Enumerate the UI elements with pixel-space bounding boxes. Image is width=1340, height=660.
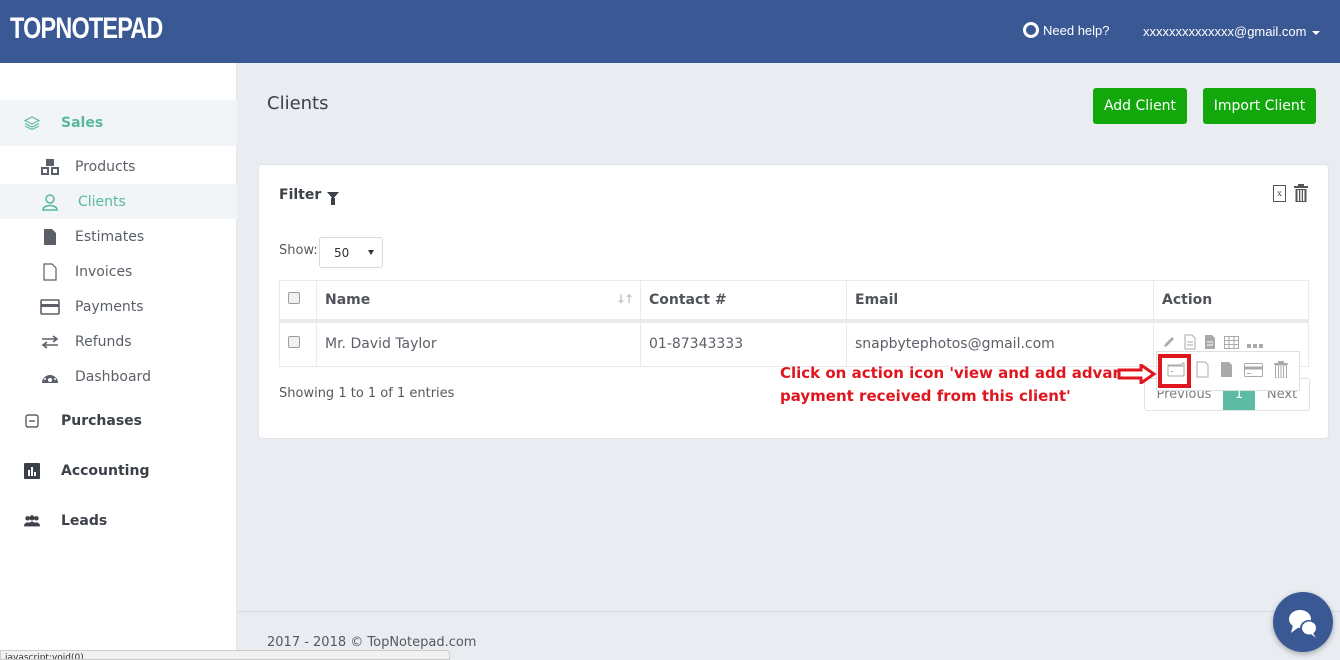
user-menu[interactable]: xxxxxxxxxxxxxx@gmail.com bbox=[1143, 24, 1321, 39]
life-ring-icon bbox=[1023, 22, 1039, 38]
chat-bubbles-icon bbox=[1289, 610, 1318, 638]
column-header-contact[interactable]: Contact # bbox=[640, 280, 847, 323]
client-name[interactable]: Mr. David Taylor bbox=[316, 320, 641, 367]
filter-icon bbox=[327, 191, 340, 205]
user-email: xxxxxxxxxxxxxx@gmail.com bbox=[1143, 24, 1307, 39]
page-title: Clients bbox=[267, 93, 329, 114]
user-icon bbox=[40, 192, 60, 212]
sidebar-group-purchases[interactable]: Purchases bbox=[0, 398, 237, 444]
sidebar: Sales Products Clients Estimates Invoice… bbox=[0, 63, 237, 660]
annotation-arrow-icon bbox=[1117, 364, 1157, 384]
file-icon bbox=[40, 227, 60, 247]
bar-chart-icon bbox=[24, 463, 40, 479]
logo[interactable]: TopNotepad bbox=[10, 12, 163, 46]
select-arrow-icon bbox=[368, 250, 374, 255]
select-all-checkbox[interactable] bbox=[288, 291, 300, 304]
exchange-icon bbox=[40, 332, 60, 352]
sidebar-group-leads[interactable]: Leads bbox=[0, 498, 237, 544]
sidebar-item-estimates[interactable]: Estimates bbox=[0, 219, 237, 254]
page-size-select[interactable]: 50 bbox=[319, 237, 383, 268]
table-header-row: Name ↓↑ Contact # Email Action bbox=[279, 280, 1309, 323]
more-icon[interactable] bbox=[1247, 336, 1263, 352]
sidebar-group-label: Accounting bbox=[61, 463, 150, 479]
clients-table: Name ↓↑ Contact # Email Action Mr. David… bbox=[279, 280, 1309, 367]
row-checkbox[interactable] bbox=[288, 336, 300, 349]
client-contact: 01-87343333 bbox=[640, 320, 847, 367]
dashboard-icon bbox=[40, 367, 60, 387]
export-excel-icon[interactable]: x bbox=[1273, 185, 1286, 202]
row-select-cell bbox=[279, 320, 317, 367]
client-email: snapbytephotos@gmail.com bbox=[846, 320, 1154, 367]
column-header-name[interactable]: Name ↓↑ bbox=[316, 280, 641, 323]
sidebar-item-clients[interactable]: Clients bbox=[0, 184, 237, 219]
layers-icon bbox=[24, 115, 40, 131]
document-outline-icon[interactable] bbox=[1196, 361, 1209, 382]
sidebar-item-invoices[interactable]: Invoices bbox=[0, 254, 237, 289]
sidebar-item-payments[interactable]: Payments bbox=[0, 289, 237, 324]
sidebar-item-products[interactable]: Products bbox=[0, 149, 237, 184]
sidebar-item-refunds[interactable]: Refunds bbox=[0, 324, 237, 359]
footer-divider bbox=[237, 611, 1340, 612]
sidebar-item-label: Clients bbox=[78, 193, 126, 210]
file-outline-icon bbox=[40, 262, 60, 282]
document-filled-icon[interactable] bbox=[1220, 361, 1233, 382]
sidebar-item-label: Products bbox=[75, 158, 136, 175]
sidebar-group-label: Purchases bbox=[61, 413, 143, 429]
delete-icon[interactable] bbox=[1274, 360, 1288, 382]
need-help-label: Need help? bbox=[1043, 22, 1110, 38]
need-help-link[interactable]: Need help? bbox=[1023, 22, 1110, 38]
annotation-text: Click on action icon 'view and add advan… bbox=[780, 364, 1143, 405]
sidebar-item-label: Estimates bbox=[75, 228, 145, 245]
sidebar-item-label: Dashboard bbox=[75, 368, 151, 385]
annotation-highlight-box bbox=[1158, 354, 1191, 388]
sidebar-group-label: Leads bbox=[61, 513, 108, 529]
sidebar-group-accounting[interactable]: Accounting bbox=[0, 448, 237, 494]
filter-label: Filter bbox=[279, 187, 322, 203]
cubes-icon bbox=[40, 157, 60, 177]
sidebar-item-label: Refunds bbox=[75, 333, 132, 350]
credit-card-icon bbox=[40, 297, 60, 317]
column-header-email[interactable]: Email bbox=[846, 280, 1154, 323]
sidebar-group-sales[interactable]: Sales bbox=[0, 100, 237, 146]
users-icon bbox=[24, 513, 40, 529]
top-bar: TopNotepad Need help? xxxxxxxxxxxxxx@gma… bbox=[0, 0, 1340, 63]
sidebar-item-label: Invoices bbox=[75, 263, 133, 280]
page-size-value: 50 bbox=[334, 245, 350, 260]
entries-info: Showing 1 to 1 of 1 entries bbox=[279, 386, 455, 401]
select-all-cell bbox=[279, 280, 317, 323]
add-client-button[interactable]: Add Client bbox=[1093, 88, 1187, 124]
caret-down-icon bbox=[1312, 30, 1321, 35]
sidebar-item-dashboard[interactable]: Dashboard bbox=[0, 359, 237, 394]
chat-button[interactable] bbox=[1273, 592, 1333, 652]
column-header-action: Action bbox=[1153, 280, 1309, 323]
show-label: Show: bbox=[279, 243, 318, 258]
credit-card-icon[interactable] bbox=[1244, 362, 1263, 381]
footer-copyright: 2017 - 2018 © TopNotepad.com bbox=[267, 635, 477, 650]
table-row: Mr. David Taylor 01-87343333 snapbytepho… bbox=[279, 320, 1309, 367]
minus-square-icon bbox=[24, 413, 40, 429]
sidebar-group-label: Sales bbox=[61, 115, 104, 131]
import-client-button[interactable]: Import Client bbox=[1203, 88, 1316, 124]
delete-all-icon[interactable] bbox=[1294, 184, 1308, 206]
browser-status-bar: javascript:void(0) bbox=[0, 650, 450, 660]
filter-toggle[interactable]: Filter bbox=[279, 187, 340, 205]
sort-icon[interactable]: ↓↑ bbox=[616, 292, 634, 306]
sidebar-item-label: Payments bbox=[75, 298, 144, 315]
